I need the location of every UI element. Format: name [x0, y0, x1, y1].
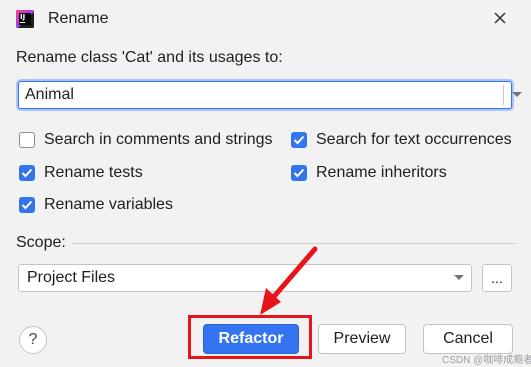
rename-tests-label: Rename tests [44, 164, 143, 181]
scope-selected-value: Project Files [27, 269, 116, 286]
checkmark-icon [293, 135, 305, 145]
checkmark-icon [293, 168, 305, 178]
rename-inheritors-label: Rename inheritors [316, 164, 447, 181]
checkbox-unchecked[interactable] [19, 132, 35, 148]
watermark: CSDN @咖啡成瘾者 [442, 355, 531, 366]
new-name-input[interactable] [25, 84, 485, 106]
checkbox-checked[interactable] [19, 165, 35, 181]
name-history-dropdown-button[interactable] [505, 82, 529, 108]
combo-separator [503, 85, 504, 105]
rename-prompt-label: Rename class 'Cat' and its usages to: [16, 49, 283, 66]
close-icon [494, 12, 506, 24]
close-button[interactable] [488, 6, 512, 30]
scope-dropdown[interactable]: Project Files [18, 264, 472, 292]
search-comments-checkbox[interactable]: Search in comments and strings [19, 131, 273, 149]
chevron-down-icon [454, 275, 464, 280]
search-text-occurrences-checkbox[interactable]: Search for text occurrences [291, 131, 512, 149]
checkmark-icon [21, 200, 33, 210]
checkmark-icon [21, 168, 33, 178]
help-button[interactable]: ? [19, 326, 47, 354]
new-name-combobox[interactable] [18, 81, 522, 109]
scope-browse-button[interactable]: ... [482, 264, 512, 292]
dialog-title: Rename [48, 10, 109, 27]
checkbox-checked[interactable] [19, 197, 35, 213]
search-text-occurrences-label: Search for text occurrences [316, 131, 512, 148]
rename-variables-checkbox[interactable]: Rename variables [19, 196, 173, 214]
cancel-button[interactable]: Cancel [423, 324, 513, 354]
preview-button[interactable]: Preview [318, 324, 406, 354]
intellij-idea-icon: IJ [16, 10, 34, 28]
rename-tests-checkbox[interactable]: Rename tests [19, 164, 143, 182]
scope-label: Scope: [16, 234, 66, 251]
scope-dropdown-arrow[interactable] [447, 265, 471, 291]
search-comments-label: Search in comments and strings [44, 131, 273, 148]
rename-inheritors-checkbox[interactable]: Rename inheritors [291, 164, 447, 182]
scope-separator-line [72, 243, 516, 244]
refactor-button[interactable]: Refactor [203, 324, 299, 354]
checkbox-checked[interactable] [291, 132, 307, 148]
chevron-down-icon [512, 92, 522, 97]
rename-variables-label: Rename variables [44, 196, 173, 213]
checkbox-checked[interactable] [291, 165, 307, 181]
